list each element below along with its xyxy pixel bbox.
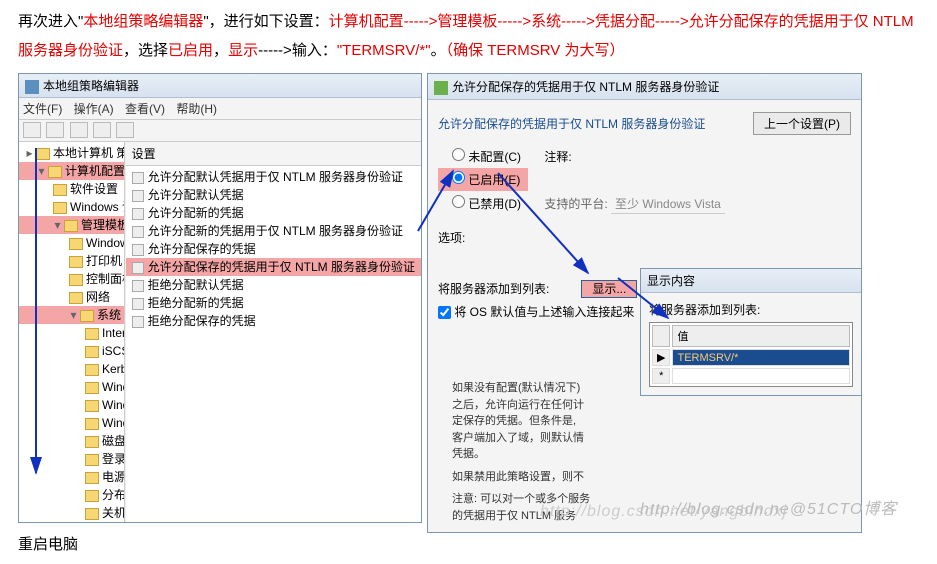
instruction-text: 再次进入"本地组策略编辑器"，进行如下设置：计算机配置----->管理模板---… xyxy=(0,0,937,73)
annotation-arrows xyxy=(18,73,918,523)
